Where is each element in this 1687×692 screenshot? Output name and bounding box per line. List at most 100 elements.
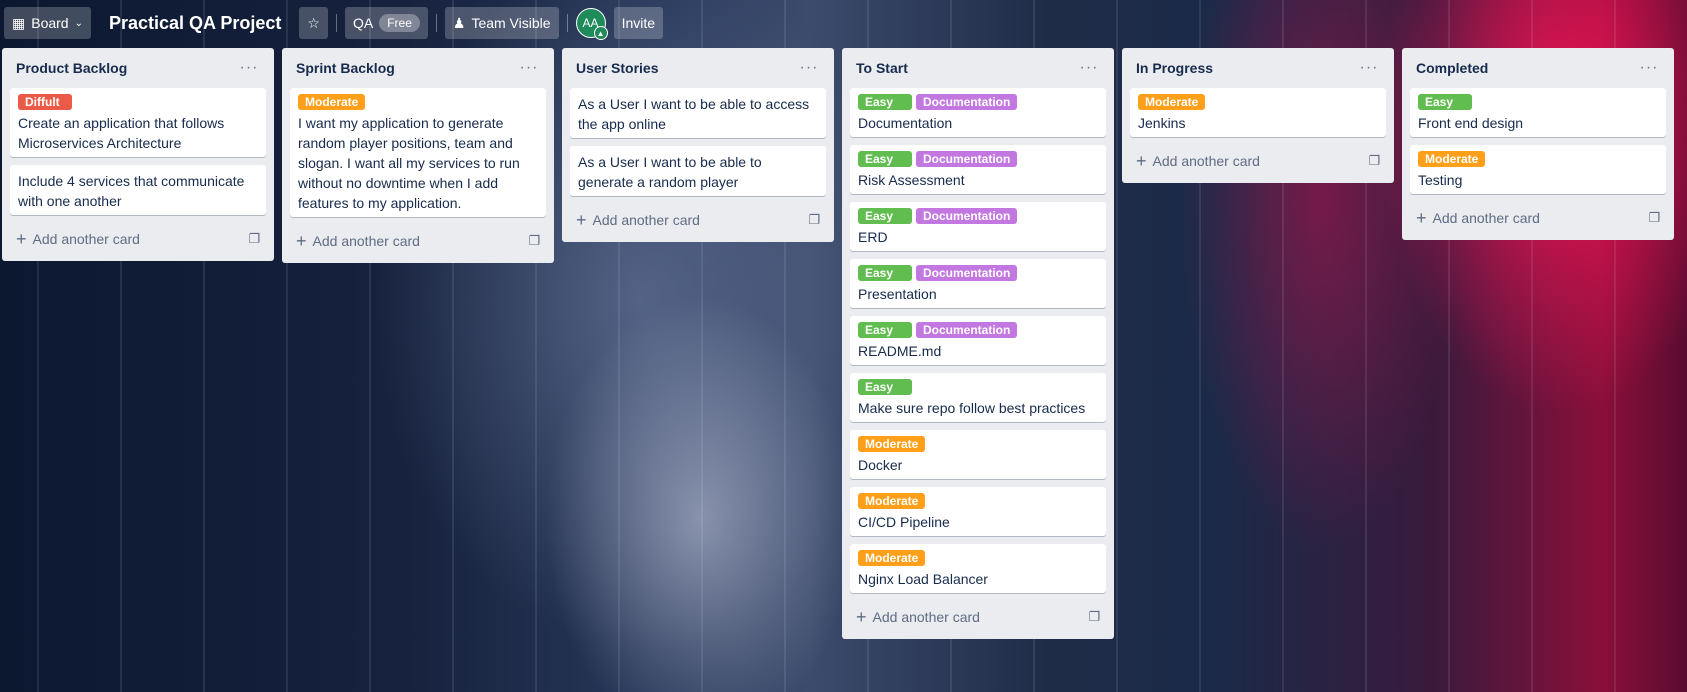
- card[interactable]: Easy Documentation Risk Assessment: [850, 145, 1106, 194]
- card-template-icon[interactable]: ❐: [1648, 210, 1660, 226]
- card-title: Risk Assessment: [858, 172, 965, 188]
- card[interactable]: Moderate Testing: [1410, 145, 1666, 194]
- list-title[interactable]: In Progress: [1136, 60, 1213, 76]
- card-label[interactable]: Easy: [858, 151, 912, 167]
- invite-label: Invite: [621, 15, 656, 31]
- list-title[interactable]: Completed: [1416, 60, 1488, 76]
- card[interactable]: Easy Front end design: [1410, 88, 1666, 137]
- board-title[interactable]: Practical QA Project: [99, 13, 291, 34]
- card-label[interactable]: Documentation: [916, 322, 1018, 338]
- card-title: Make sure repo follow best practices: [858, 400, 1086, 416]
- list: Product Backlog ··· Diffult Create an appli…: [2, 48, 274, 261]
- workspace-name: QA: [352, 15, 374, 31]
- card[interactable]: Moderate Docker: [850, 430, 1106, 479]
- card-title: As a User I want to be able to access th…: [578, 96, 810, 132]
- more-menu-icon[interactable]: ···: [1358, 59, 1380, 77]
- workspace-button[interactable]: QA Free: [344, 7, 428, 39]
- card[interactable]: Moderate Jenkins: [1130, 88, 1386, 137]
- card[interactable]: As a User I want to be able to access th…: [570, 88, 826, 138]
- add-card-button[interactable]: + Add another card: [576, 210, 700, 231]
- card-labels: Moderate: [1138, 94, 1378, 110]
- card-title: As a User I want to be able to generate …: [578, 154, 762, 190]
- board-view-label: Board: [31, 15, 69, 31]
- add-card-label: Add another card: [872, 609, 980, 625]
- card[interactable]: Easy Documentation Presentation: [850, 259, 1106, 308]
- card[interactable]: Diffult Create an application that follow…: [10, 88, 266, 157]
- card-labels: Moderate: [298, 94, 538, 110]
- add-card-label: Add another card: [1432, 210, 1540, 226]
- list-header: Sprint Backlog ···: [290, 48, 546, 88]
- more-menu-icon[interactable]: ···: [518, 59, 540, 77]
- card[interactable]: Easy Documentation Documentation: [850, 88, 1106, 137]
- visibility-label: Team Visible: [471, 15, 551, 31]
- visibility-button[interactable]: ♟ Team Visible: [444, 7, 559, 39]
- card-labels: Easy Documentation: [858, 151, 1098, 167]
- list: Sprint Backlog ··· Moderate I want my appli…: [282, 48, 554, 263]
- more-menu-icon[interactable]: ···: [1078, 59, 1100, 77]
- card[interactable]: Easy Documentation README.md: [850, 316, 1106, 365]
- card-label[interactable]: Moderate: [858, 493, 926, 509]
- board-view-switcher[interactable]: ▦ Board ⌄: [4, 7, 91, 39]
- card[interactable]: Easy Documentation ERD: [850, 202, 1106, 251]
- card-label[interactable]: Moderate: [1418, 151, 1486, 167]
- card[interactable]: Include 4 services that communicate with…: [10, 165, 266, 215]
- list: User Stories ··· As a User I want to be ab…: [562, 48, 834, 242]
- list: To Start ··· Easy Documentation Documentatio…: [842, 48, 1114, 639]
- more-menu-icon[interactable]: ···: [238, 59, 260, 77]
- add-card-row: + Add another card ❐: [850, 601, 1106, 633]
- card-label[interactable]: Documentation: [916, 151, 1018, 167]
- card-label[interactable]: Easy: [858, 208, 912, 224]
- list-title[interactable]: To Start: [856, 60, 908, 76]
- list-header: Completed ···: [1410, 48, 1666, 88]
- list-title[interactable]: Product Backlog: [16, 60, 127, 76]
- add-card-button[interactable]: + Add another card: [856, 607, 980, 628]
- card-label[interactable]: Moderate: [858, 436, 926, 452]
- card-label[interactable]: Documentation: [916, 94, 1018, 110]
- card-template-icon[interactable]: ❐: [1088, 609, 1100, 625]
- card-label[interactable]: Easy: [1418, 94, 1472, 110]
- card-label[interactable]: Easy: [858, 94, 912, 110]
- add-card-button[interactable]: + Add another card: [16, 229, 140, 250]
- card-labels: Easy Documentation: [858, 94, 1098, 110]
- star-button[interactable]: ☆: [299, 7, 328, 39]
- team-icon: ♟: [452, 14, 466, 31]
- card-label[interactable]: Moderate: [298, 94, 366, 110]
- card-title: Documentation: [858, 115, 953, 131]
- card-label[interactable]: Moderate: [1138, 94, 1206, 110]
- card-label[interactable]: Diffult: [18, 94, 72, 110]
- card-label[interactable]: Documentation: [916, 208, 1018, 224]
- card[interactable]: As a User I want to be able to generate …: [570, 146, 826, 196]
- more-menu-icon[interactable]: ···: [798, 59, 820, 77]
- header-divider: [335, 14, 337, 32]
- card-template-icon[interactable]: ❐: [528, 233, 540, 249]
- star-icon: ☆: [307, 14, 320, 31]
- list-title[interactable]: Sprint Backlog: [296, 60, 395, 76]
- card-label[interactable]: Documentation: [916, 265, 1018, 281]
- card-label[interactable]: Moderate: [858, 550, 926, 566]
- card[interactable]: Easy Make sure repo follow best practices: [850, 373, 1106, 422]
- card-label[interactable]: Easy: [858, 322, 912, 338]
- add-card-button[interactable]: + Add another card: [1136, 151, 1260, 172]
- plus-icon: +: [1136, 150, 1147, 171]
- card-template-icon[interactable]: ❐: [248, 231, 260, 247]
- add-card-button[interactable]: + Add another card: [1416, 208, 1540, 229]
- add-card-button[interactable]: + Add another card: [296, 231, 420, 252]
- card[interactable]: Moderate I want my application to generat…: [290, 88, 546, 217]
- card[interactable]: Moderate CI/CD Pipeline: [850, 487, 1106, 536]
- invite-button[interactable]: Invite: [613, 7, 664, 39]
- card-template-icon[interactable]: ❐: [1368, 153, 1380, 169]
- list-title[interactable]: User Stories: [576, 60, 658, 76]
- add-card-label: Add another card: [312, 233, 420, 249]
- card-template-icon[interactable]: ❐: [808, 212, 820, 228]
- avatar[interactable]: AA ▲: [575, 8, 608, 40]
- card-label[interactable]: Easy: [858, 379, 912, 395]
- add-card-row: + Add another card ❐: [10, 223, 266, 255]
- more-menu-icon[interactable]: ···: [1638, 59, 1660, 77]
- card-title: CI/CD Pipeline: [858, 514, 950, 530]
- card[interactable]: Moderate Nginx Load Balancer: [850, 544, 1106, 593]
- list-header: To Start ···: [850, 48, 1106, 88]
- card-label[interactable]: Easy: [858, 265, 912, 281]
- board-header: ▦ Board ⌄ Practical QA Project ☆ QA Free…: [0, 0, 1687, 46]
- card-title: Testing: [1418, 172, 1463, 188]
- add-card-row: + Add another card ❐: [1130, 145, 1386, 177]
